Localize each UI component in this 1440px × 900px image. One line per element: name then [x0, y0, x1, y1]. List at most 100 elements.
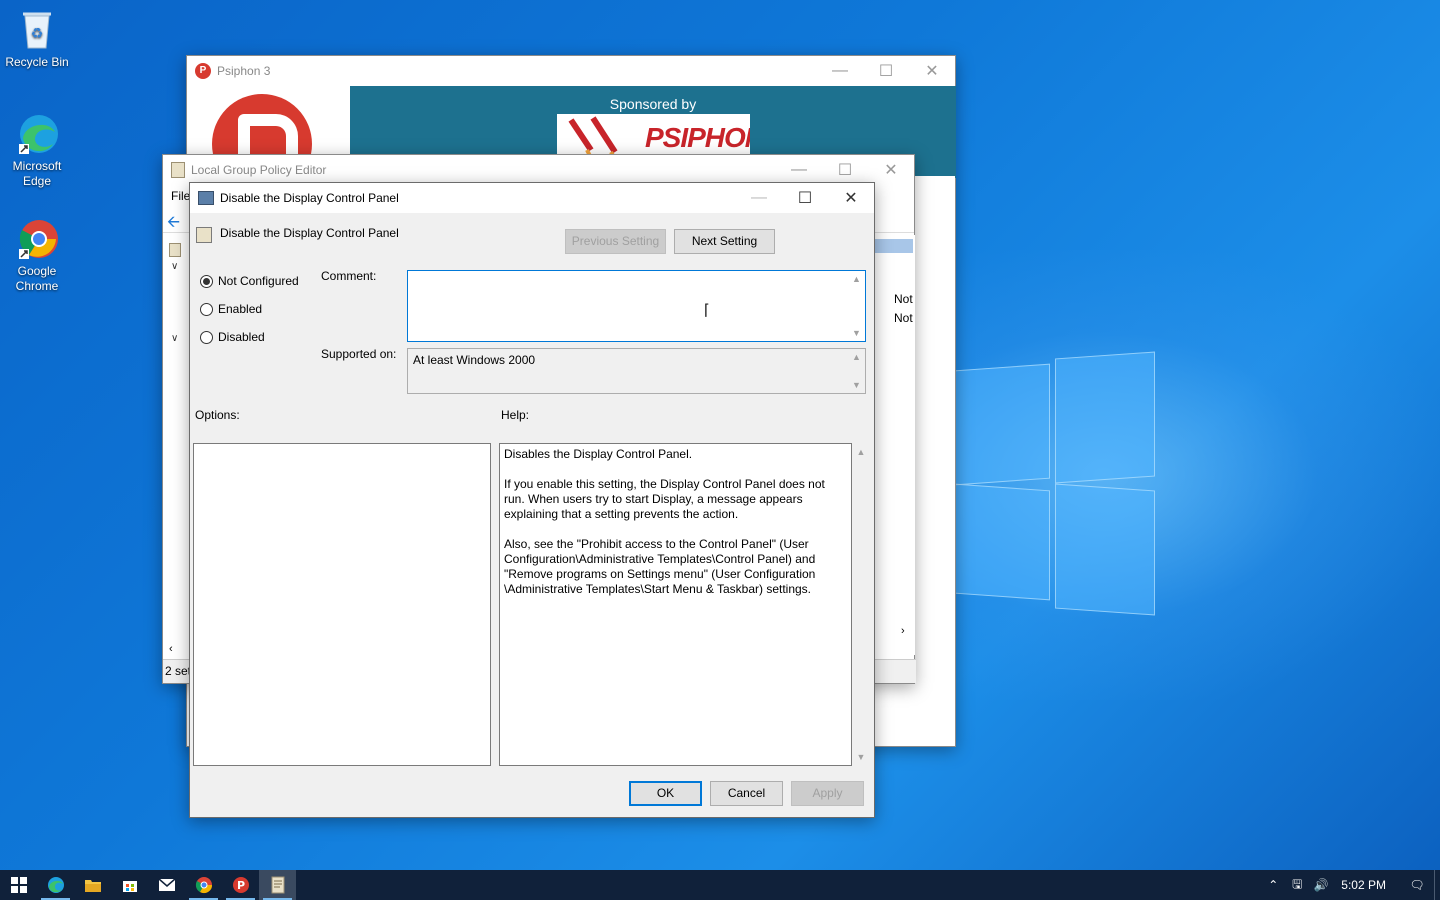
- close-button[interactable]: ✕: [909, 56, 955, 86]
- scroll-down-arrow: ▼: [856, 752, 866, 762]
- windows-start-icon: [10, 877, 27, 893]
- text-cursor-icon: ⌈: [704, 302, 710, 319]
- show-desktop-button[interactable]: [1434, 870, 1440, 900]
- comment-scrollbar[interactable]: ▲ ▼: [848, 271, 865, 341]
- radio-button[interactable]: [200, 330, 213, 344]
- taskbar-chrome[interactable]: [185, 870, 222, 900]
- edge-icon: [15, 112, 59, 156]
- desktop-icon-label: Recycle Bin: [5, 55, 69, 69]
- maximize-button[interactable]: ☐: [863, 56, 909, 86]
- desktop-icon-edge[interactable]: Microsoft Edge: [0, 112, 74, 189]
- minimize-button[interactable]: —: [776, 155, 822, 185]
- notification-icon[interactable]: 🗨: [1400, 878, 1434, 892]
- scroll-left-arrow[interactable]: ‹: [169, 643, 173, 655]
- psiphon-icon: P: [232, 877, 249, 893]
- psiphon-titlebar[interactable]: P Psiphon 3 — ☐ ✕: [187, 56, 955, 86]
- scroll-down-arrow: ▼: [852, 328, 861, 338]
- help-paragraph: If you enable this setting, the Display …: [504, 477, 825, 521]
- store-icon: [122, 881, 137, 892]
- options-label: Options:: [195, 408, 240, 422]
- mail-icon: [158, 878, 175, 891]
- dialog-title: Disable the Display Control Panel: [220, 191, 399, 205]
- chrome-icon: [195, 877, 212, 894]
- psiphon-app-icon: P: [195, 63, 211, 79]
- psiphon-title: Psiphon 3: [217, 64, 271, 78]
- desktop-icon-label: Microsoft Edge: [12, 159, 62, 188]
- group-policy-icon: [271, 876, 284, 894]
- taskbar-store[interactable]: [111, 870, 148, 900]
- setting-name: Disable the Display Control Panel: [220, 226, 399, 240]
- minimize-button[interactable]: —: [817, 56, 863, 86]
- taskbar-edge[interactable]: [37, 870, 74, 900]
- cancel-button[interactable]: Cancel: [710, 781, 783, 806]
- scroll-up-arrow: ▲: [856, 447, 866, 457]
- taskbar-psiphon[interactable]: P: [222, 870, 259, 900]
- policy-icon: [196, 227, 212, 243]
- sponsored-by-label: Sponsored by: [609, 96, 697, 112]
- next-setting-button[interactable]: Next Setting: [674, 229, 775, 254]
- maximize-button[interactable]: ☐: [822, 155, 868, 185]
- svg-text:P: P: [236, 879, 244, 892]
- radio-label: Enabled: [218, 302, 263, 316]
- list-item-state[interactable]: Not: [894, 311, 913, 325]
- desktop-icon-recycle-bin[interactable]: ♻ Recycle Bin: [0, 8, 74, 70]
- help-label: Help:: [501, 408, 530, 422]
- taskbar-file-explorer[interactable]: [74, 870, 111, 900]
- radio-button[interactable]: [200, 302, 213, 316]
- list-header: [875, 239, 913, 253]
- radio-label: Not Configured: [218, 274, 299, 288]
- maximize-button[interactable]: ☐: [782, 183, 828, 213]
- taskbar-mail[interactable]: [148, 870, 185, 900]
- radio-not-configured[interactable]: Not Configured: [200, 274, 299, 288]
- menu-file[interactable]: File: [171, 189, 190, 203]
- system-tray: ⌃ 🖫 🔊 5:02 PM 🗨: [1261, 870, 1440, 900]
- close-button[interactable]: ✕: [868, 155, 914, 185]
- apply-button[interactable]: Apply: [791, 781, 864, 806]
- radio-label: Disabled: [218, 330, 265, 344]
- network-icon[interactable]: 🖫: [1285, 875, 1309, 896]
- help-scrollbar[interactable]: ▲ ▼: [854, 443, 868, 766]
- chevron-up-icon[interactable]: ⌃: [1261, 878, 1285, 892]
- recycle-bin-icon: ♻: [15, 8, 59, 52]
- edge-icon: [47, 877, 64, 893]
- scroll-up-arrow: ▲: [852, 274, 861, 284]
- back-arrow-icon[interactable]: 🡨: [167, 211, 180, 238]
- clock[interactable]: 5:02 PM: [1333, 878, 1400, 892]
- radio-disabled[interactable]: Disabled: [200, 330, 265, 344]
- options-pane: [193, 443, 491, 766]
- list-item-state[interactable]: Not: [894, 292, 913, 306]
- policy-list[interactable]: Not Not ›: [873, 235, 915, 655]
- minimize-button[interactable]: —: [736, 183, 782, 213]
- close-button[interactable]: ✕: [828, 183, 874, 213]
- help-pane[interactable]: Disables the Display Control Panel. If y…: [499, 443, 852, 766]
- supported-on-field: At least Windows 2000 ▲ ▼: [407, 348, 866, 394]
- psiphon-panel: [915, 176, 955, 746]
- ok-button[interactable]: OK: [629, 781, 702, 806]
- comment-field[interactable]: ⌈ ▲ ▼: [407, 270, 866, 342]
- policy-setting-dialog[interactable]: Disable the Display Control Panel — ☐ ✕ …: [189, 182, 875, 818]
- scroll-up-arrow: ▲: [852, 352, 861, 362]
- comment-label: Comment:: [321, 269, 377, 283]
- radio-button[interactable]: [200, 274, 213, 288]
- help-paragraph: Disables the Display Control Panel.: [504, 447, 693, 461]
- help-paragraph: Also, see the "Prohibit access to the Co…: [504, 537, 816, 596]
- chevron-down-icon[interactable]: ∨: [171, 261, 178, 272]
- radio-enabled[interactable]: Enabled: [200, 302, 262, 316]
- volume-icon[interactable]: 🔊: [1309, 878, 1333, 892]
- windows-wallpaper-logo: [955, 345, 1160, 616]
- desktop-icon-chrome[interactable]: Google Chrome: [0, 217, 74, 294]
- sponsor-ad-text: PSIPHON: [645, 122, 750, 153]
- dialog-titlebar[interactable]: Disable the Display Control Panel — ☐ ✕: [190, 183, 874, 213]
- supported-on-label: Supported on:: [321, 347, 397, 361]
- gpedit-titlebar[interactable]: Local Group Policy Editor — ☐ ✕: [163, 155, 914, 185]
- taskbar-group-policy-editor[interactable]: [259, 870, 296, 900]
- taskbar: P ⌃ 🖫 🔊 5:02 PM 🗨: [0, 870, 1440, 900]
- scroll-right-arrow[interactable]: ›: [901, 625, 905, 637]
- status-text: 2 set: [165, 664, 192, 678]
- chevron-down-icon[interactable]: ∨: [171, 333, 178, 344]
- scroll-down-arrow: ▼: [852, 380, 861, 390]
- gpedit-app-icon: [171, 162, 185, 178]
- previous-setting-button[interactable]: Previous Setting: [565, 229, 666, 254]
- start-button[interactable]: [0, 870, 37, 900]
- supported-scrollbar[interactable]: ▲ ▼: [848, 349, 865, 393]
